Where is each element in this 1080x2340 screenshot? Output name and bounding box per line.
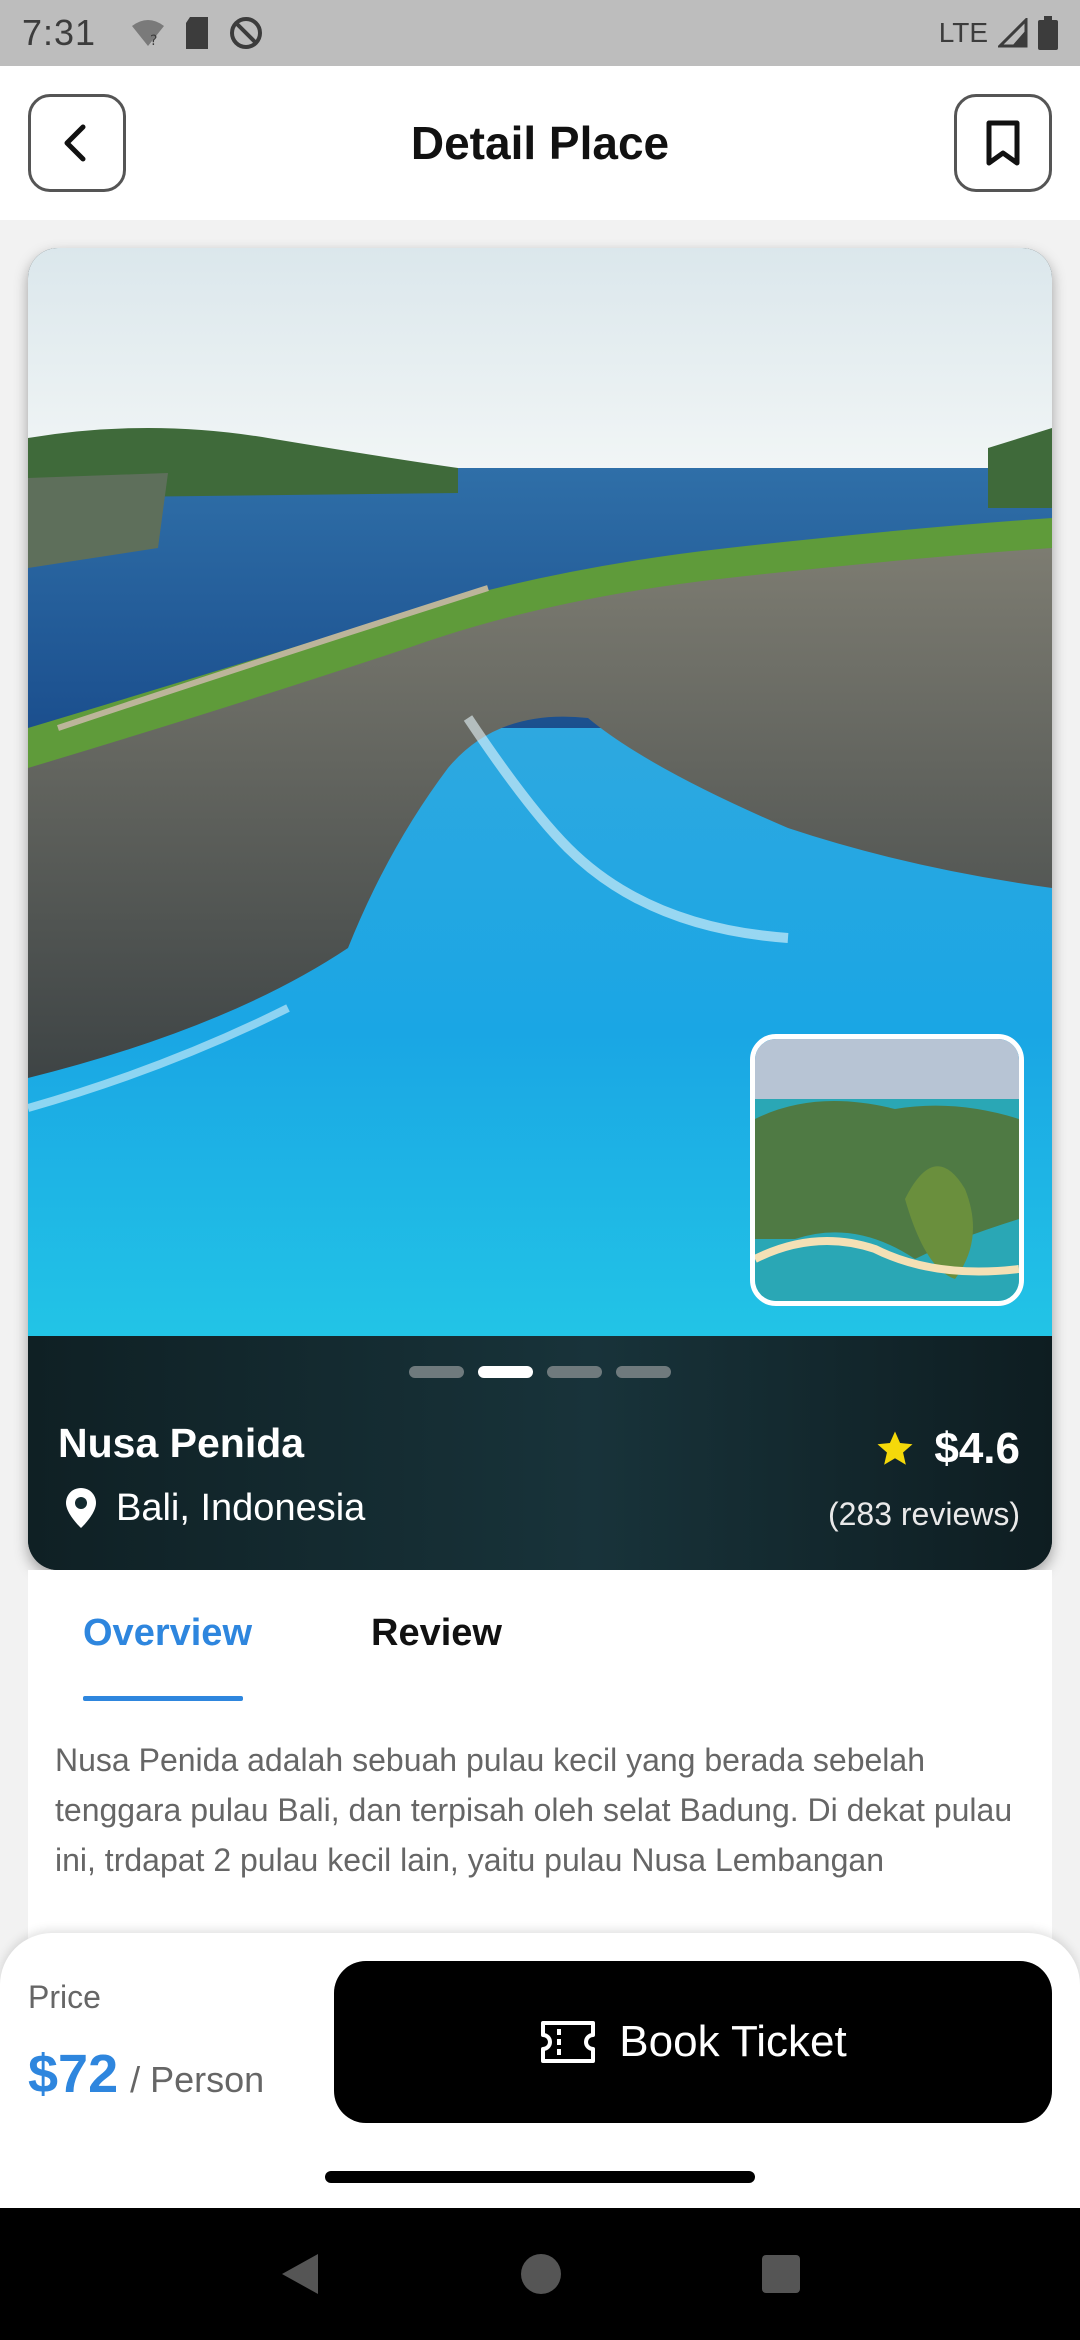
bookmark-icon bbox=[986, 120, 1020, 166]
price-label: Price bbox=[28, 1979, 101, 2015]
sd-card-icon bbox=[186, 17, 209, 49]
active-tab-indicator bbox=[83, 1696, 243, 1701]
rating: $4.6 bbox=[874, 1424, 1020, 1474]
place-card: Nusa Penida Bali, Indonesia $4.6 (283 re… bbox=[28, 248, 1052, 1570]
carousel-indicator bbox=[28, 1366, 1052, 1378]
wifi-icon: ? bbox=[132, 20, 165, 48]
nav-back-icon[interactable] bbox=[278, 2250, 322, 2298]
thumbnail-image[interactable] bbox=[750, 1034, 1024, 1306]
data-saver-icon bbox=[230, 17, 263, 49]
thumbnail-graphic bbox=[755, 1039, 1019, 1301]
tab-overview[interactable]: Overview bbox=[83, 1612, 252, 1655]
carousel-dot[interactable] bbox=[547, 1366, 602, 1378]
rating-value: $4.6 bbox=[934, 1424, 1020, 1473]
price: $72 / Person bbox=[28, 2043, 264, 2105]
status-bar: 7:31 ? LTE bbox=[0, 0, 1080, 66]
price-value: $72 bbox=[28, 2044, 119, 2104]
ticket-icon bbox=[541, 2021, 596, 2063]
home-indicator[interactable] bbox=[325, 2171, 755, 2183]
nav-recents-icon[interactable] bbox=[760, 2253, 802, 2295]
carousel-dot[interactable] bbox=[616, 1366, 671, 1378]
booking-bar: Price $72 / Person Book Ticket bbox=[0, 1933, 1080, 2208]
place-info-panel: Nusa Penida Bali, Indonesia $4.6 (283 re… bbox=[28, 1336, 1052, 1570]
app-header: Detail Place bbox=[0, 66, 1080, 220]
place-description: Nusa Penida adalah sebuah pulau kecil ya… bbox=[55, 1742, 1013, 1878]
signal-icon bbox=[998, 18, 1028, 48]
page-title: Detail Place bbox=[410, 117, 670, 169]
battery-icon bbox=[1038, 16, 1058, 50]
star-icon bbox=[877, 1431, 913, 1465]
network-type: LTE bbox=[938, 17, 988, 48]
price-unit: / Person bbox=[130, 2059, 265, 2100]
review-count: (283 reviews) bbox=[827, 1496, 1020, 1532]
place-name: Nusa Penida bbox=[58, 1420, 305, 1466]
nav-home-icon[interactable] bbox=[519, 2252, 563, 2296]
bookmark-button[interactable] bbox=[954, 94, 1052, 192]
place-location-text: Bali, Indonesia bbox=[116, 1486, 366, 1529]
book-ticket-label: Book Ticket bbox=[619, 2017, 847, 2066]
svg-text:?: ? bbox=[150, 33, 157, 48]
carousel-dot[interactable] bbox=[409, 1366, 464, 1378]
place-location: Bali, Indonesia bbox=[64, 1486, 365, 1530]
navigation-bar bbox=[0, 2208, 1080, 2340]
tab-review[interactable]: Review bbox=[371, 1612, 502, 1655]
status-time: 7:31 bbox=[22, 12, 97, 53]
detail-content: Overview Review Nusa Penida adalah sebua… bbox=[28, 1570, 1052, 1940]
location-pin-icon bbox=[66, 1488, 96, 1528]
book-ticket-button[interactable]: Book Ticket bbox=[334, 1961, 1052, 2123]
carousel-dot-active[interactable] bbox=[478, 1366, 533, 1378]
